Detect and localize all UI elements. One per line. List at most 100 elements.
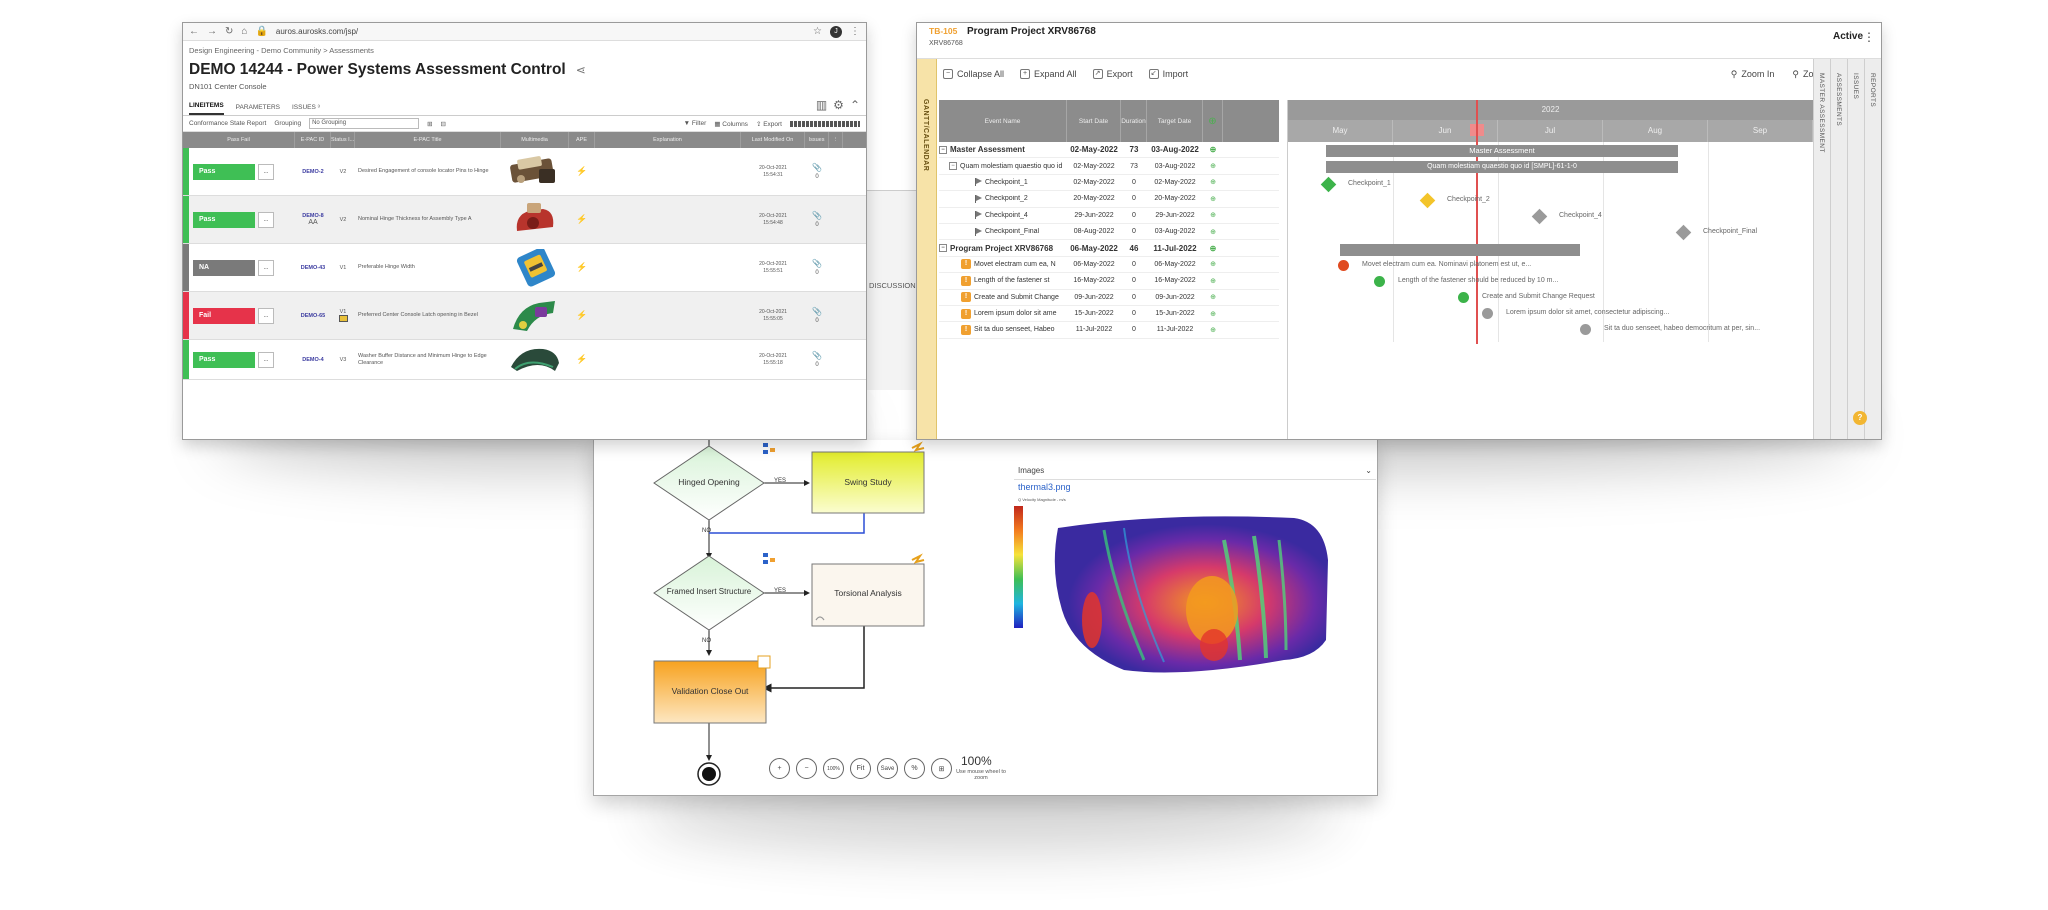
gantt-row[interactable]: Checkpoint_2 20-May-2022 0 20-May-2022 ⊕	[939, 191, 1279, 208]
column-header[interactable]: E-PAC Title	[355, 132, 501, 148]
side-tab-reports[interactable]: REPORTS	[1864, 59, 1881, 439]
collapse-groups-icon[interactable]: ⊟	[441, 120, 446, 128]
lightning-icon[interactable]: ⚡	[576, 262, 587, 273]
percent-button[interactable]: %	[904, 758, 925, 779]
column-header[interactable]: Start Date	[1067, 100, 1121, 142]
status-pill[interactable]: NA	[193, 259, 255, 276]
bookmark-star-icon[interactable]: ☆	[813, 26, 822, 37]
tab-lineitems[interactable]: LINEITEMS	[189, 102, 224, 115]
gantt-timeline[interactable]: 2022 May Jun Jul Aug Sep Master Assessme…	[1287, 100, 1813, 439]
add-row-icon[interactable]: ⊕	[1203, 162, 1223, 170]
add-row-icon[interactable]: ⊕	[1203, 326, 1223, 334]
column-header[interactable]: E-PAC ID	[295, 132, 331, 148]
side-tab-master-assessment[interactable]: MASTER ASSESSMENT	[1813, 59, 1830, 439]
image-file-link[interactable]: thermal3.png	[1018, 482, 1071, 492]
lightning-icon[interactable]: ⚡	[576, 214, 587, 225]
washer-buffer-thumbnail[interactable]	[509, 341, 561, 379]
issue-dot[interactable]	[1482, 308, 1493, 319]
epac-id-link[interactable]: DEMO-65	[295, 292, 331, 339]
add-row-icon[interactable]: ⊕	[1203, 228, 1223, 236]
gantt-row[interactable]: − Quam molestiam quaestio quo id 02-May-20…	[939, 158, 1279, 175]
program-project-bar[interactable]	[1340, 244, 1580, 256]
tab-parameters[interactable]: PARAMETERS	[236, 104, 280, 115]
add-row-icon[interactable]: ⊕	[1203, 244, 1223, 253]
add-row-icon[interactable]: ⊕	[1203, 260, 1223, 268]
paperclip-icon[interactable]: 📎	[812, 163, 822, 172]
lightning-icon[interactable]	[911, 553, 925, 564]
issue-dot[interactable]	[1374, 276, 1385, 287]
menu-dots-icon[interactable]: ⋮	[850, 26, 860, 37]
column-header[interactable]: Pass Fail	[183, 132, 295, 148]
collapse-toggle-icon[interactable]: −	[939, 145, 947, 154]
gantt-row[interactable]: Checkpoint_Final 08-Aug-2022 0 03-Aug-2022 ⊕	[939, 224, 1279, 241]
help-bulb-icon[interactable]: ?	[1853, 411, 1867, 425]
gantt-row[interactable]: ! Length of the fastener st 16-May-2022 0 16…	[939, 273, 1279, 290]
table-row[interactable]: Fail ... DEMO-65 V1 Preferred Center Con…	[183, 292, 866, 340]
epac-id-link[interactable]: DEMO-43	[295, 244, 331, 291]
hinge-part-thumbnail[interactable]	[509, 153, 561, 191]
explanation-cell[interactable]	[595, 244, 741, 291]
bezel-latch-thumbnail[interactable]	[509, 297, 561, 335]
export-button[interactable]: ↗ Export	[1092, 69, 1133, 79]
table-row[interactable]: Pass ... DEMO-4 V3 Washer Buffer Distanc…	[183, 340, 866, 380]
side-tab-issues[interactable]: ISSUES	[1847, 59, 1864, 439]
grid-toggle-button[interactable]: ⊞	[931, 758, 952, 779]
paperclip-icon[interactable]: 📎	[812, 307, 822, 316]
issue-dot[interactable]	[1458, 292, 1469, 303]
zoom-in-button[interactable]: ⚲ Zoom In	[1731, 69, 1775, 80]
lightning-icon[interactable]	[911, 441, 925, 452]
latch-part-thumbnail[interactable]	[509, 201, 561, 239]
home-icon[interactable]: ⌂	[241, 26, 247, 37]
import-button[interactable]: ↙ Import	[1148, 69, 1188, 79]
breadcrumb[interactable]: Design Engineering - Demo Community > As…	[183, 41, 866, 55]
gear-icon[interactable]: ⚙	[833, 98, 844, 112]
status-more-button[interactable]: ...	[258, 163, 274, 180]
column-header[interactable]: Multimedia	[501, 132, 569, 148]
zoom-fit-button[interactable]: Fit	[850, 758, 871, 779]
account-avatar[interactable]: J	[830, 25, 842, 38]
zoom-reset-button[interactable]: 100%	[823, 758, 844, 779]
save-button[interactable]: Save	[877, 758, 898, 779]
expand-all-button[interactable]: + Expand All	[1020, 69, 1077, 79]
explanation-cell[interactable]	[595, 148, 741, 195]
add-row-icon[interactable]: ⊕	[1203, 145, 1223, 154]
zoom-in-button[interactable]: +	[769, 758, 790, 779]
add-row-icon[interactable]: ⊕	[1203, 310, 1223, 318]
hierarchy-icon[interactable]	[763, 443, 775, 454]
add-row-icon[interactable]: ⊕	[1203, 277, 1223, 285]
column-menu-icon[interactable]: ⋮	[829, 132, 843, 148]
add-row-icon[interactable]: ⊕	[1203, 195, 1223, 203]
explanation-cell[interactable]	[595, 292, 741, 339]
gantt-row[interactable]: − Master Assessment 02-May-2022 73 03-Aug-20…	[939, 142, 1279, 159]
paperclip-icon[interactable]: 📎	[812, 211, 822, 220]
gantt-row[interactable]: − Program Project XRV86768 06-May-2022 46 11…	[939, 240, 1279, 257]
zoom-out-button[interactable]: −	[796, 758, 817, 779]
add-row-icon[interactable]: ⊕	[1203, 211, 1223, 219]
project-id[interactable]: TB-105	[929, 26, 957, 36]
column-header[interactable]: Issues	[805, 132, 829, 148]
status-pill[interactable]: Pass	[193, 351, 255, 368]
filter-button[interactable]: ▼ Filter	[684, 120, 707, 127]
attachment-badge-icon[interactable]	[338, 315, 348, 322]
collapse-toggle-icon[interactable]: −	[939, 244, 947, 253]
issue-dot[interactable]	[1338, 260, 1349, 271]
epac-id-link[interactable]: DEMO-4	[295, 340, 331, 379]
paperclip-icon[interactable]: 📎	[812, 351, 822, 360]
table-row[interactable]: NA ... DEMO-43 V1 Preferable Hinge Width…	[183, 244, 866, 292]
status-pill[interactable]: Pass	[193, 211, 255, 228]
chevron-up-icon[interactable]: ⌃	[850, 98, 860, 112]
column-header[interactable]: Target Date	[1147, 100, 1203, 142]
back-icon[interactable]: ←	[189, 26, 199, 37]
gantt-row[interactable]: ! Lorem ipsum dolor sit ame 15-Jun-2022 0 15…	[939, 306, 1279, 323]
status-more-button[interactable]: ...	[258, 307, 274, 324]
status-badge[interactable]: Active	[1833, 31, 1863, 42]
explanation-cell[interactable]	[595, 196, 741, 243]
thermal-image[interactable]	[1014, 500, 1354, 690]
lightning-icon[interactable]: ⚡	[576, 310, 587, 321]
column-header[interactable]: Explanation	[595, 132, 741, 148]
gantt-row[interactable]: ! Sit ta duo senseet, Habeo 11-Jul-2022 0 11…	[939, 322, 1279, 339]
column-header[interactable]: Status I...	[331, 132, 355, 148]
gantt-row[interactable]: ! Movet electram cum ea, N 06-May-2022 0 06-…	[939, 257, 1279, 274]
column-header[interactable]: APE	[569, 132, 595, 148]
share-icon[interactable]: ⋖	[576, 63, 586, 77]
